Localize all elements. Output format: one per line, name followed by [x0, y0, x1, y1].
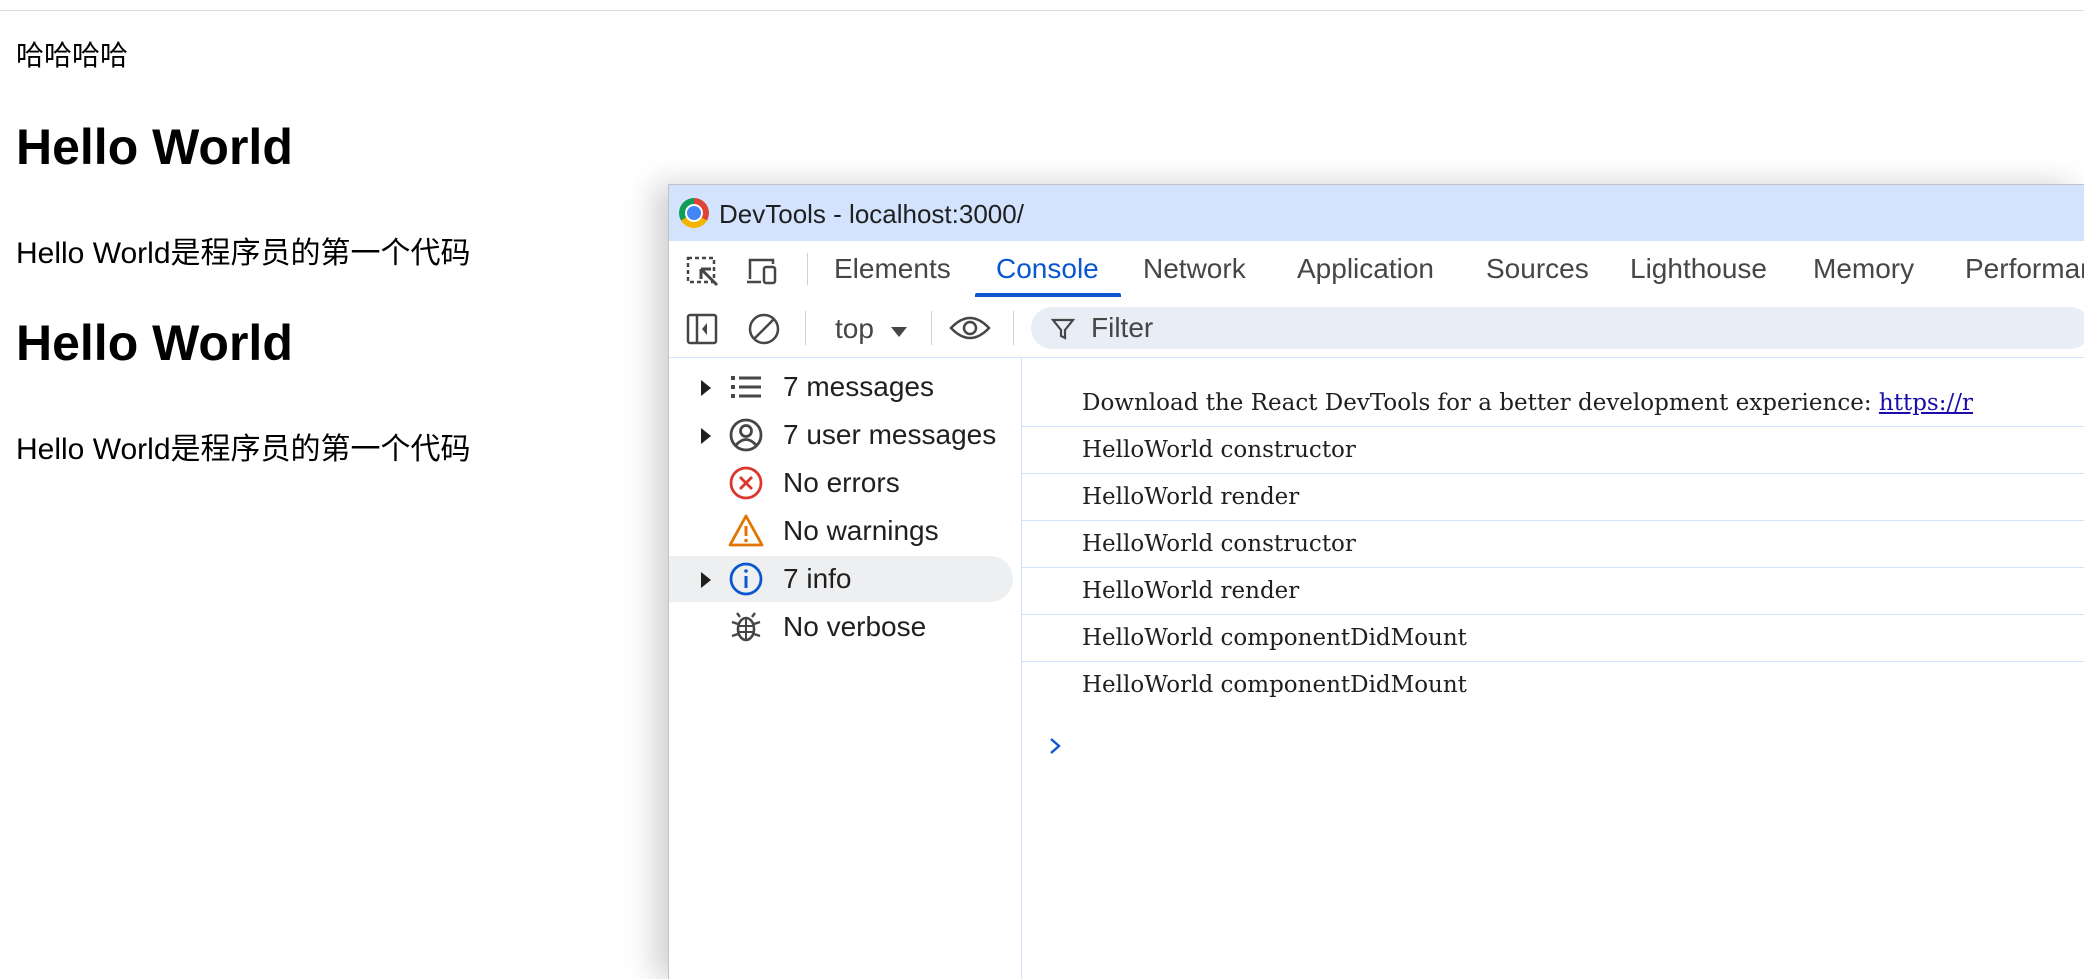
- sidebar-item-warnings[interactable]: No warnings: [669, 508, 1013, 554]
- console-toolbar: top Filter: [669, 299, 2084, 358]
- sidebar-item-info[interactable]: 7 info: [669, 556, 1013, 602]
- expand-arrow-icon[interactable]: [701, 428, 711, 444]
- warning-icon: [728, 514, 764, 547]
- sidebar-item-messages[interactable]: 7 messages: [669, 364, 1013, 410]
- tab-lighthouse[interactable]: Lighthouse: [1630, 253, 1767, 285]
- console-message-text: Download the React DevTools for a better…: [1082, 390, 1879, 416]
- chrome-logo-icon: [679, 198, 709, 228]
- bug-icon: [731, 612, 761, 642]
- console-message-text: HelloWorld constructor: [1082, 437, 1356, 463]
- tab-sources[interactable]: Sources: [1486, 253, 1589, 285]
- console-message-link[interactable]: https://r: [1879, 390, 1973, 416]
- devtools-window: DevTools - localhost:3000/ Elements Cons…: [668, 184, 2084, 979]
- browser-top-border: [0, 10, 2084, 11]
- console-message[interactable]: HelloWorld constructor: [1022, 427, 2084, 474]
- filter-icon: [1051, 318, 1075, 340]
- console-message[interactable]: HelloWorld componentDidMount: [1022, 662, 2084, 708]
- inspect-element-icon[interactable]: [685, 255, 721, 287]
- sidebar-item-verbose[interactable]: No verbose: [669, 604, 1013, 650]
- expand-arrow-icon[interactable]: [701, 572, 711, 588]
- console-message[interactable]: HelloWorld componentDidMount: [1022, 615, 2084, 662]
- tab-console[interactable]: Console: [996, 253, 1099, 285]
- console-message-text: HelloWorld constructor: [1082, 531, 1356, 557]
- user-icon: [729, 418, 763, 452]
- sidebar-item-errors[interactable]: No errors: [669, 460, 1013, 506]
- console-message-text: HelloWorld render: [1082, 578, 1300, 604]
- sidebar-item-label: No warnings: [783, 515, 939, 546]
- devtools-titlebar[interactable]: DevTools - localhost:3000/: [669, 185, 2084, 241]
- list-icon: [731, 376, 761, 398]
- show-sidebar-icon[interactable]: [685, 312, 719, 346]
- filter-placeholder: Filter: [1091, 312, 1154, 343]
- clear-console-icon[interactable]: [747, 312, 781, 346]
- toolbar-separator: [1013, 311, 1014, 345]
- sidebar-item-label: 7 messages: [783, 371, 934, 402]
- toolbar-separator: [805, 311, 806, 345]
- tab-performance[interactable]: Performan: [1965, 253, 2084, 285]
- page-text-line: 哈哈哈哈: [16, 40, 129, 71]
- toolbar-separator: [807, 253, 808, 285]
- console-message-text: HelloWorld componentDidMount: [1082, 625, 1467, 651]
- info-icon: [729, 562, 763, 596]
- console-message[interactable]: HelloWorld constructor: [1022, 521, 2084, 568]
- chevron-down-icon[interactable]: [891, 327, 907, 337]
- tab-network[interactable]: Network: [1143, 253, 1246, 285]
- devtools-tab-bar: Elements Console Network Application Sou…: [669, 241, 2084, 300]
- device-toolbar-icon[interactable]: [745, 255, 781, 287]
- console-messages: Download the React DevTools for a better…: [1022, 358, 2084, 979]
- page-paragraph: Hello World是程序员的第一个代码: [16, 433, 471, 466]
- expand-arrow-icon[interactable]: [701, 380, 711, 396]
- tab-application[interactable]: Application: [1297, 253, 1434, 285]
- page-heading: Hello World: [16, 119, 293, 175]
- context-selector[interactable]: top: [835, 313, 874, 345]
- toolbar-separator: [931, 311, 932, 345]
- console-prompt-icon[interactable]: [1046, 736, 1066, 756]
- sidebar-item-label: No verbose: [783, 611, 927, 642]
- filter-input[interactable]: Filter: [1031, 307, 2084, 349]
- tab-elements[interactable]: Elements: [834, 253, 951, 285]
- sidebar-item-label: 7 user messages: [783, 419, 997, 450]
- tab-memory[interactable]: Memory: [1813, 253, 1914, 285]
- sidebar-item-label: 7 info: [783, 563, 852, 594]
- window-title: DevTools - localhost:3000/: [719, 199, 1024, 229]
- console-message[interactable]: Download the React DevTools for a better…: [1022, 380, 2084, 427]
- console-sidebar: 7 messages 7 user messages No errors No …: [669, 358, 1022, 979]
- console-message[interactable]: HelloWorld render: [1022, 568, 2084, 615]
- active-tab-indicator: [975, 293, 1121, 297]
- live-expression-eye-icon[interactable]: [949, 314, 991, 342]
- page-heading: Hello World: [16, 315, 293, 371]
- sidebar-item-user-messages[interactable]: 7 user messages: [669, 412, 1013, 458]
- console-message-text: HelloWorld componentDidMount: [1082, 672, 1467, 698]
- page-paragraph: Hello World是程序员的第一个代码: [16, 237, 471, 270]
- error-icon: [729, 466, 763, 500]
- console-message[interactable]: HelloWorld render: [1022, 474, 2084, 521]
- console-message-text: HelloWorld render: [1082, 484, 1300, 510]
- sidebar-item-label: No errors: [783, 467, 900, 498]
